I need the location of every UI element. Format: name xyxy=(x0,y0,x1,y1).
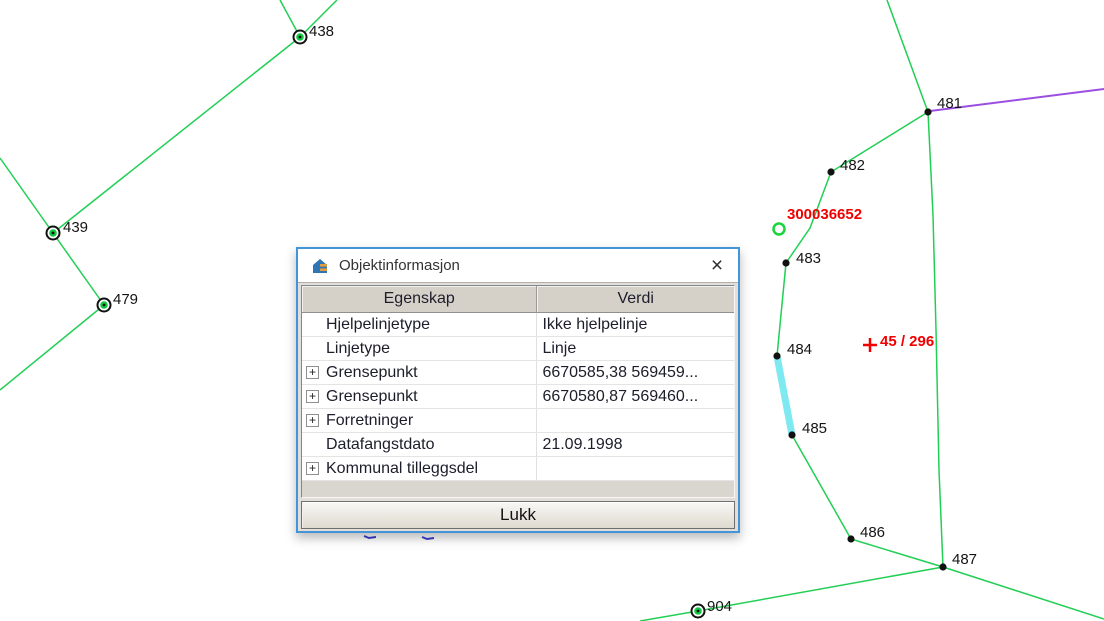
egenskap-text: Hjelpelinjetype xyxy=(326,316,430,334)
boundary-line-green[interactable] xyxy=(943,567,1104,619)
dialog-title: Objektinformasjon xyxy=(339,257,704,274)
gis-application-window: 4384394794814824834844854864879043000366… xyxy=(0,0,1104,621)
boundary-point-479[interactable] xyxy=(98,299,111,312)
property-row-6[interactable]: + Kommunal tilleggsdel xyxy=(302,457,734,481)
property-grid: Egenskap Verdi +HjelpelinjetypeIkke hjel… xyxy=(301,285,735,498)
boundary-point-439[interactable] xyxy=(47,227,60,240)
boundary-point-438[interactable] xyxy=(294,31,307,44)
boundary-point-483[interactable] xyxy=(782,259,789,266)
boundary-line-green[interactable] xyxy=(0,158,53,233)
boundary-line-green[interactable] xyxy=(928,112,943,567)
house-icon xyxy=(311,258,329,274)
grid-header-verdi: Verdi xyxy=(537,286,734,313)
boundary-point-487[interactable] xyxy=(939,563,946,570)
property-row-3[interactable]: + Grensepunkt 6670580,87 569460... xyxy=(302,385,734,409)
boundary-line-green[interactable] xyxy=(851,539,943,567)
egenskap-text: Kommunal tilleggsdel xyxy=(326,460,478,478)
boundary-line-green[interactable] xyxy=(777,263,786,356)
hidden-blue-text-fragment xyxy=(364,536,376,538)
objektinformasjon-dialog: Objektinformasjon × Egenskap Verdi +Hjel… xyxy=(296,247,740,533)
cell-verdi: 21.09.1998 xyxy=(537,433,734,456)
cell-egenskap: + Grensepunkt xyxy=(302,361,537,384)
egenskap-text: Forretninger xyxy=(326,412,413,430)
dialog-button-row: Lukk xyxy=(301,498,735,529)
boundary-point-484[interactable] xyxy=(773,352,780,359)
grid-header-egenskap: Egenskap xyxy=(302,286,537,313)
property-row-1[interactable]: +LinjetypeLinje xyxy=(302,337,734,361)
cell-verdi: Linje xyxy=(537,337,734,360)
dialog-titlebar[interactable]: Objektinformasjon × xyxy=(298,249,738,282)
egenskap-text: Grensepunkt xyxy=(326,364,418,382)
cell-egenskap: + Kommunal tilleggsdel xyxy=(302,457,537,480)
cell-verdi: 6670580,87 569460... xyxy=(537,385,734,408)
expand-plus-icon[interactable]: + xyxy=(306,462,319,475)
boundary-line-green[interactable] xyxy=(640,567,943,621)
boundary-point-904[interactable] xyxy=(692,605,705,618)
boundary-line-green[interactable] xyxy=(831,112,928,172)
cell-egenskap: +Linjetype xyxy=(302,337,537,360)
boundary-line-green[interactable] xyxy=(786,172,831,263)
boundary-point-486[interactable] xyxy=(847,535,854,542)
boundary-line-green[interactable] xyxy=(792,435,851,539)
egenskap-text: Datafangstdato xyxy=(326,436,435,454)
boundary-point-482[interactable] xyxy=(827,168,834,175)
object-ring-icon[interactable] xyxy=(774,224,785,235)
boundary-point-485[interactable] xyxy=(788,431,795,438)
property-row-5[interactable]: +Datafangstdato21.09.1998 xyxy=(302,433,734,457)
property-row-4[interactable]: + Forretninger xyxy=(302,409,734,433)
hidden-blue-text-fragment xyxy=(422,537,434,539)
boundary-line-green[interactable] xyxy=(0,305,104,390)
property-row-0[interactable]: +HjelpelinjetypeIkke hjelpelinje xyxy=(302,313,734,337)
grid-header-row: Egenskap Verdi xyxy=(302,286,734,313)
expand-plus-icon[interactable]: + xyxy=(306,390,319,403)
cell-egenskap: +Datafangstdato xyxy=(302,433,537,456)
grid-rows: +HjelpelinjetypeIkke hjelpelinje+Linjety… xyxy=(302,313,734,481)
cell-egenskap: + Forretninger xyxy=(302,409,537,432)
cell-verdi xyxy=(537,457,734,480)
cell-egenskap: + Grensepunkt xyxy=(302,385,537,408)
boundary-line-green[interactable] xyxy=(53,233,104,305)
expand-plus-icon[interactable]: + xyxy=(306,414,319,427)
selected-segment-highlight[interactable] xyxy=(777,356,792,435)
boundary-line-purple[interactable] xyxy=(930,89,1104,111)
boundary-line-green[interactable] xyxy=(300,0,337,37)
boundary-line-green[interactable] xyxy=(887,0,928,112)
cell-verdi: 6670585,38 569459... xyxy=(537,361,734,384)
property-row-2[interactable]: + Grensepunkt 6670585,38 569459... xyxy=(302,361,734,385)
boundary-point-481[interactable] xyxy=(924,108,931,115)
cell-verdi: Ikke hjelpelinje xyxy=(537,313,734,336)
cell-verdi xyxy=(537,409,734,432)
cell-egenskap: +Hjelpelinjetype xyxy=(302,313,537,336)
dialog-body: Egenskap Verdi +HjelpelinjetypeIkke hjel… xyxy=(298,282,738,531)
egenskap-text: Grensepunkt xyxy=(326,388,418,406)
lukk-button[interactable]: Lukk xyxy=(301,501,735,529)
close-icon[interactable]: × xyxy=(704,253,730,279)
expand-plus-icon[interactable]: + xyxy=(306,366,319,379)
boundary-line-green[interactable] xyxy=(53,37,300,233)
egenskap-text: Linjetype xyxy=(326,340,390,358)
